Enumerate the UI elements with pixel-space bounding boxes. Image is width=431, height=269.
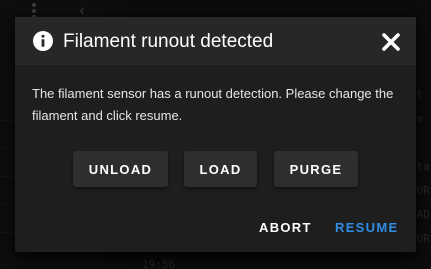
purge-button[interactable]: PURGE [274, 151, 358, 187]
dialog-message: The filament sensor has a runout detecti… [32, 86, 394, 123]
load-button[interactable]: LOAD [184, 151, 257, 187]
info-icon [33, 31, 53, 51]
filament-actions: UNLOAD LOAD PURGE [15, 151, 416, 187]
abort-button[interactable]: ABORT [259, 215, 315, 241]
unload-button[interactable]: UNLOAD [73, 151, 168, 187]
screen: ‹ t me sta |UR DAD PUR 19:56 Filament ru… [0, 0, 431, 269]
dialog-title: Filament runout detected [63, 31, 274, 52]
dialog-header: Filament runout detected [15, 17, 416, 65]
close-icon[interactable] [381, 32, 401, 52]
filament-runout-dialog: Filament runout detected The filament se… [15, 17, 416, 252]
resume-button[interactable]: RESUME [335, 215, 401, 241]
